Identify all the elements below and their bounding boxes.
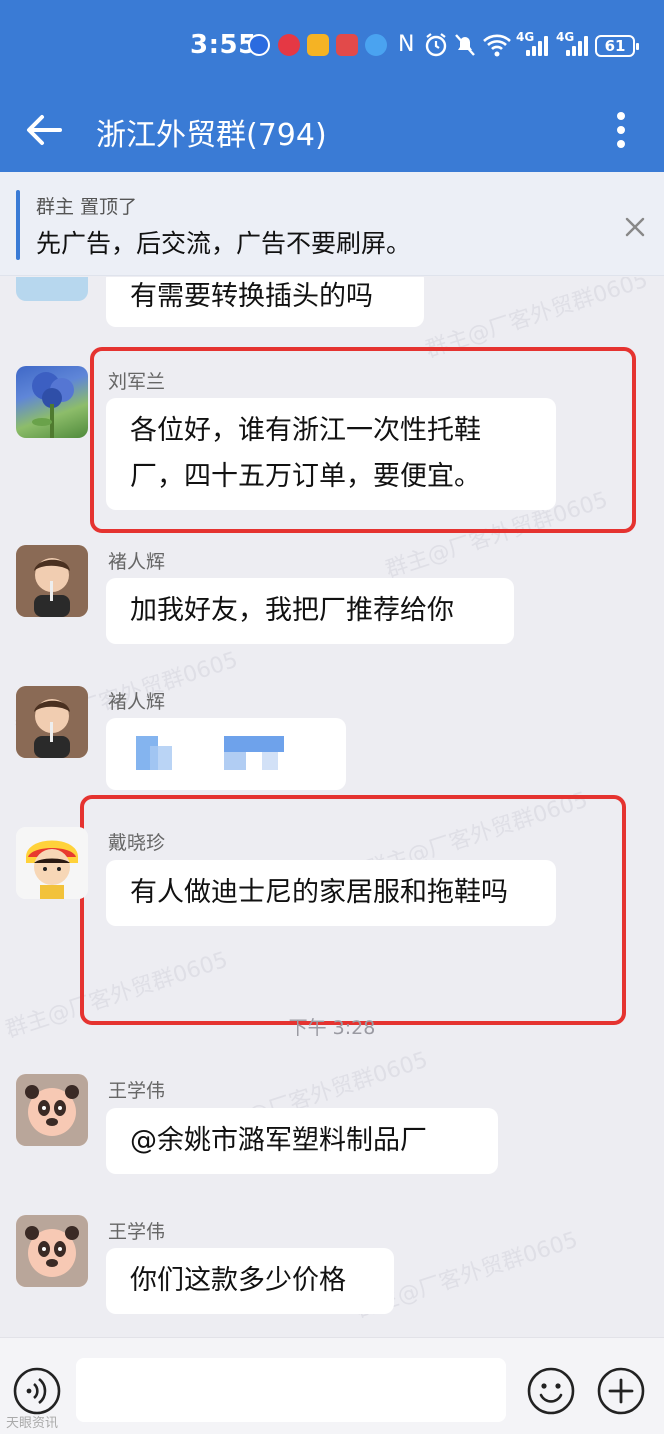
message-bubble[interactable]: 加我好友，我把厂推荐给你 xyxy=(106,578,514,644)
message-text: 有人做迪士尼的家居服和拖鞋吗 xyxy=(130,877,508,908)
pinned-by-label: 群主 置顶了 xyxy=(36,196,138,218)
notification-app-icon xyxy=(278,34,300,56)
message-text: 各位好，谁有浙江一次性托鞋厂，四十五万订单，要便宜。 xyxy=(130,415,481,492)
message-bubble[interactable]: 有需要转换插头的吗 xyxy=(106,277,424,327)
flower-image xyxy=(32,372,74,438)
message-text: 你们这款多少价格 xyxy=(130,1265,346,1296)
message-text: @余姚市潞军塑料制品厂 xyxy=(130,1125,427,1156)
battery-indicator: 61 xyxy=(595,35,639,57)
message-bubble[interactable]: 你们这款多少价格 xyxy=(106,1248,394,1314)
pinned-accent-bar xyxy=(16,190,20,260)
child-avatar-image xyxy=(16,545,88,617)
message-bubble[interactable]: 各位好，谁有浙江一次性托鞋厂，四十五万订单，要便宜。 xyxy=(106,398,556,510)
plus-icon[interactable] xyxy=(596,1366,646,1416)
sender-name: 王学伟 xyxy=(108,1221,166,1243)
message-bubble[interactable]: @余姚市潞军塑料制品厂 xyxy=(106,1108,498,1174)
sender-name: 王学伟 xyxy=(108,1080,166,1102)
sender-name: 褚人辉 xyxy=(108,551,166,573)
page-title: 浙江外贸群(794) xyxy=(96,118,327,153)
alarm-icon xyxy=(425,33,447,57)
pinned-text: 先广告，后交流，广告不要刷屏。 xyxy=(36,229,412,258)
cartoon-avatar-image xyxy=(16,827,88,899)
panda-avatar-image xyxy=(16,1215,88,1287)
message-input[interactable] xyxy=(76,1358,506,1422)
mail-icon xyxy=(307,34,329,56)
message-bubble[interactable]: 有人做迪士尼的家居服和拖鞋吗 xyxy=(106,860,556,926)
chat-message-list[interactable]: 群主@厂客外贸群0605 群主@厂客外贸群0605 群主@厂客外贸群0605 群… xyxy=(0,277,664,1337)
avatar[interactable] xyxy=(16,827,88,899)
sender-name: 戴晓珍 xyxy=(108,832,166,854)
wifi-icon xyxy=(483,34,511,57)
pinned-announcement[interactable]: 群主 置顶了 先广告，后交流，广告不要刷屏。 xyxy=(0,172,664,276)
signal-icon xyxy=(564,34,590,56)
nfc-icon: N xyxy=(398,32,415,57)
voice-icon[interactable] xyxy=(12,1366,62,1416)
more-vertical-icon[interactable] xyxy=(606,106,636,154)
back-arrow-icon[interactable] xyxy=(22,108,66,152)
status-bar: 3:55 N 4G 4G 61 xyxy=(0,0,664,92)
avatar[interactable] xyxy=(16,277,88,301)
avatar[interactable] xyxy=(16,545,88,617)
mute-bell-icon xyxy=(455,34,475,56)
avatar[interactable] xyxy=(16,1215,88,1287)
notification-app-icon xyxy=(248,34,270,56)
title-bar: 浙江外贸群(794) xyxy=(0,92,664,172)
signal-icon xyxy=(524,34,550,56)
panda-avatar-image xyxy=(16,1074,88,1146)
message-bubble-blurred[interactable] xyxy=(106,718,346,790)
avatar[interactable] xyxy=(16,686,88,758)
corner-watermark-logo: 天眼资讯 xyxy=(6,1416,59,1431)
status-time: 3:55 xyxy=(190,30,257,60)
message-input-bar: 天眼资讯 xyxy=(0,1337,664,1434)
cloud-icon xyxy=(365,34,387,56)
sender-name: 刘军兰 xyxy=(108,371,166,393)
blurred-content-image xyxy=(136,736,284,770)
top-header: 3:55 N 4G 4G 61 浙江外贸群(794) xyxy=(0,0,664,172)
message-text: 加我好友，我把厂推荐给你 xyxy=(130,595,454,626)
avatar[interactable] xyxy=(16,366,88,438)
child-avatar-image xyxy=(16,686,88,758)
emoji-icon[interactable] xyxy=(526,1366,576,1416)
time-divider: 下午 3:28 xyxy=(288,1017,376,1039)
sender-name: 褚人辉 xyxy=(108,691,166,713)
close-icon[interactable] xyxy=(620,212,650,242)
notification-app-icon xyxy=(336,34,358,56)
avatar[interactable] xyxy=(16,1074,88,1146)
message-text: 有需要转换插头的吗 xyxy=(130,281,373,312)
